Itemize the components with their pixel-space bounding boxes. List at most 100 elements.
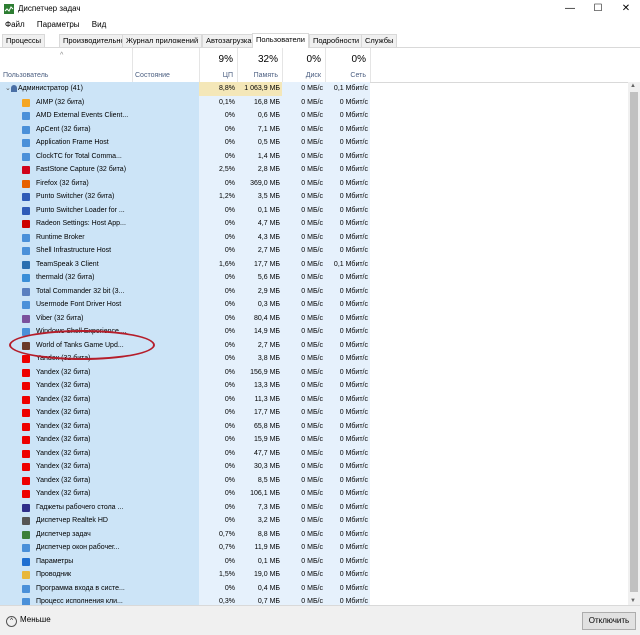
process-row[interactable]: Total Commander 32 bit (3... 0% 2,9 МБ 0 МБ… bbox=[0, 284, 628, 298]
chevron-down-icon[interactable]: ⌄ bbox=[5, 82, 11, 96]
punto-icon bbox=[22, 193, 30, 201]
tab-users[interactable]: Пользователи bbox=[252, 33, 309, 48]
process-memory: 7,1 МБ bbox=[237, 122, 282, 136]
process-row[interactable]: AMD External Events Client... 0% 0,6 МБ 0 М… bbox=[0, 109, 628, 123]
process-status bbox=[132, 325, 199, 339]
tab-startup[interactable]: Автозагрузка bbox=[202, 34, 256, 47]
process-row[interactable]: Yandex (32 бита) 0% 8,5 МБ 0 МБ/с 0 Мбит/с bbox=[0, 473, 628, 487]
process-row[interactable]: Yandex (32 бита) 0% 156,9 МБ 0 МБ/с 0 Мбит/с bbox=[0, 365, 628, 379]
process-disk: 0 МБ/с bbox=[282, 379, 325, 393]
process-row[interactable]: Firefox (32 бита) 0% 369,0 МБ 0 МБ/с 0 Мбит/… bbox=[0, 176, 628, 190]
process-memory: 0,1 МБ bbox=[237, 203, 282, 217]
process-row[interactable]: Yandex (32 бита) 0% 30,3 МБ 0 МБ/с 0 Мбит/с bbox=[0, 460, 628, 474]
process-cpu: 0% bbox=[199, 338, 237, 352]
header-network-label: Сеть bbox=[350, 72, 366, 79]
process-row[interactable]: Диспетчер окон рабочег... 0,7% 11,9 МБ 0 МБ… bbox=[0, 541, 628, 555]
maximize-button[interactable]: ☐ bbox=[584, 0, 612, 18]
process-cpu: 0% bbox=[199, 325, 237, 339]
header-network[interactable]: 0% Сеть bbox=[325, 48, 371, 82]
process-row[interactable]: Yandex (32 бита) 0% 3,8 МБ 0 МБ/с 0 Мбит/с bbox=[0, 352, 628, 366]
process-row[interactable]: Application Frame Host 0% 0,5 МБ 0 МБ/с 0 Мб… bbox=[0, 136, 628, 150]
scroll-down-icon[interactable]: ▼ bbox=[630, 598, 636, 604]
process-name: TeamSpeak 3 Client bbox=[36, 260, 99, 268]
process-status bbox=[132, 203, 199, 217]
process-row[interactable]: Диспетчер Realtek HD 0% 3,2 МБ 0 МБ/с 0 Мбит… bbox=[0, 514, 628, 528]
process-row[interactable]: Yandex (32 бита) 0% 11,3 МБ 0 МБ/с 0 Мбит/с bbox=[0, 392, 628, 406]
punto-icon bbox=[22, 206, 30, 215]
process-disk: 0 МБ/с bbox=[282, 541, 325, 555]
process-row[interactable]: Punto Switcher Loader for ... 0% 0,1 МБ 0 М… bbox=[0, 203, 628, 217]
tab-app-history[interactable]: Журнал приложений bbox=[122, 34, 203, 47]
minimize-button[interactable]: — bbox=[556, 0, 584, 18]
scroll-up-icon[interactable]: ▲ bbox=[630, 83, 636, 89]
process-row[interactable]: ApCent (32 бита) 0% 7,1 МБ 0 МБ/с 0 Мбит/с bbox=[0, 122, 628, 136]
close-button[interactable]: ✕ bbox=[612, 0, 640, 18]
process-row[interactable]: Punto Switcher (32 бита) 1,2% 3,5 МБ 0 МБ/с… bbox=[0, 190, 628, 204]
process-row[interactable]: Yandex (32 бита) 0% 15,9 МБ 0 МБ/с 0 Мбит/с bbox=[0, 433, 628, 447]
process-row[interactable]: AIMP (32 бита) 0,1% 16,8 МБ 0 МБ/с 0 Мбит/с bbox=[0, 95, 628, 109]
process-row[interactable]: Shell Infrastructure Host 0% 2,7 МБ 0 МБ/с 0… bbox=[0, 244, 628, 258]
process-name-cell: Yandex (32 бита) bbox=[0, 446, 132, 460]
process-disk: 0 МБ/с bbox=[282, 136, 325, 150]
group-disk: 0 МБ/с bbox=[282, 82, 325, 96]
process-row[interactable]: Yandex (32 бита) 0% 106,1 МБ 0 МБ/с 0 Мбит/с bbox=[0, 487, 628, 501]
teamspeak-icon bbox=[22, 260, 30, 269]
process-row[interactable]: FastStone Capture (32 бита) 2,5% 2,8 МБ 0 М… bbox=[0, 163, 628, 177]
process-row[interactable]: Программа входа в систе... 0% 0,4 МБ 0 МБ/с… bbox=[0, 581, 628, 595]
process-row[interactable]: Yandex (32 бита) 0% 17,7 МБ 0 МБ/с 0 Мбит/с bbox=[0, 406, 628, 420]
process-name-cell: Punto Switcher (32 бита) bbox=[0, 190, 132, 204]
process-row[interactable]: thermald (32 бита) 0% 5,6 МБ 0 МБ/с 0 Мбит/с bbox=[0, 271, 628, 285]
disconnect-button[interactable]: Отключить bbox=[582, 612, 636, 630]
process-network: 0 Мбит/с bbox=[325, 217, 370, 231]
process-row[interactable]: Диспетчер задач 0,7% 8,8 МБ 0 МБ/с 0 Мбит/с bbox=[0, 527, 628, 541]
process-row[interactable]: Usermode Font Driver Host 0% 0,3 МБ 0 МБ/с 0… bbox=[0, 298, 628, 312]
process-network: 0 Мбит/с bbox=[325, 298, 370, 312]
process-status bbox=[132, 433, 199, 447]
process-memory: 106,1 МБ bbox=[237, 487, 282, 501]
scrollbar-thumb[interactable] bbox=[630, 92, 638, 592]
process-row[interactable]: TeamSpeak 3 Client 1,6% 17,7 МБ 0 МБ/с 0,1 М… bbox=[0, 257, 628, 271]
process-memory: 8,5 МБ bbox=[237, 473, 282, 487]
fewer-details-button[interactable]: ^ Меньше bbox=[6, 615, 51, 627]
menu-view[interactable]: Вид bbox=[87, 18, 111, 31]
tab-strip: Процессы Производительность Журнал прило… bbox=[0, 33, 640, 48]
process-row[interactable]: Yandex (32 бита) 0% 65,8 МБ 0 МБ/с 0 Мбит/с bbox=[0, 419, 628, 433]
tab-services[interactable]: Службы bbox=[361, 34, 398, 47]
user-group-row[interactable]: ⌄ Администратор (41) 8,8% 1 063,9 МБ 0 М… bbox=[0, 82, 628, 96]
process-row[interactable]: Yandex (32 бита) 0% 47,7 МБ 0 МБ/с 0 Мбит/с bbox=[0, 446, 628, 460]
process-name-cell: Процесс исполнения кли... bbox=[0, 595, 132, 605]
header-network-percent: 0% bbox=[351, 54, 366, 65]
process-row[interactable]: Runtime Broker 0% 4,3 МБ 0 МБ/с 0 Мбит/с bbox=[0, 230, 628, 244]
process-row[interactable]: Radeon Settings: Host App... 0% 4,7 МБ 0 МБ… bbox=[0, 217, 628, 231]
process-status bbox=[132, 190, 199, 204]
process-row[interactable]: Параметры 0% 0,1 МБ 0 МБ/с 0 Мбит/с bbox=[0, 554, 628, 568]
tab-processes[interactable]: Процессы bbox=[2, 34, 46, 47]
process-row[interactable]: Процесс исполнения кли... 0,3% 0,7 МБ 0 МБ/… bbox=[0, 595, 628, 605]
process-network: 0 Мбит/с bbox=[325, 149, 370, 163]
header-memory[interactable]: 32% Память bbox=[237, 48, 283, 82]
process-row[interactable]: Viber (32 бита) 0% 80,4 МБ 0 МБ/с 0 Мбит/с bbox=[0, 311, 628, 325]
group-name: Администратор (41) bbox=[18, 85, 83, 92]
process-cpu: 0% bbox=[199, 379, 237, 393]
header-user[interactable]: ^ Пользователь bbox=[0, 48, 133, 82]
process-cpu: 0% bbox=[199, 554, 237, 568]
process-row[interactable]: Гаджеты рабочего стола ... 0% 7,3 МБ 0 МБ/с… bbox=[0, 500, 628, 514]
process-name-cell: Yandex (32 бита) bbox=[0, 487, 132, 501]
process-name: Проводник bbox=[36, 571, 72, 578]
tab-details[interactable]: Подробности bbox=[309, 34, 364, 47]
process-name-cell: Yandex (32 бита) bbox=[0, 419, 132, 433]
process-row[interactable]: Проводник 1,5% 19,0 МБ 0 МБ/с 0 Мбит/с bbox=[0, 568, 628, 582]
process-row[interactable]: World of Tanks Game Upd... 0% 2,7 МБ 0 МБ/с… bbox=[0, 338, 628, 352]
header-disk[interactable]: 0% Диск bbox=[282, 48, 326, 82]
app-icon bbox=[22, 544, 30, 552]
vertical-scrollbar[interactable]: ▲ ▼ bbox=[628, 82, 640, 605]
header-cpu[interactable]: 9% ЦП bbox=[199, 48, 238, 82]
menu-file[interactable]: Файл bbox=[0, 18, 30, 31]
header-status[interactable]: Состояние bbox=[132, 48, 200, 82]
process-row[interactable]: Yandex (32 бита) 0% 13,3 МБ 0 МБ/с 0 Мбит/с bbox=[0, 379, 628, 393]
process-row[interactable]: Windows Shell Experience ... 0% 14,9 МБ 0 М… bbox=[0, 325, 628, 339]
menu-options[interactable]: Параметры bbox=[32, 18, 85, 31]
process-name-cell: Параметры bbox=[0, 554, 132, 568]
process-disk: 0 МБ/с bbox=[282, 338, 325, 352]
process-row[interactable]: ClockTC for Total Comma... 0% 1,4 МБ 0 МБ/с… bbox=[0, 149, 628, 163]
